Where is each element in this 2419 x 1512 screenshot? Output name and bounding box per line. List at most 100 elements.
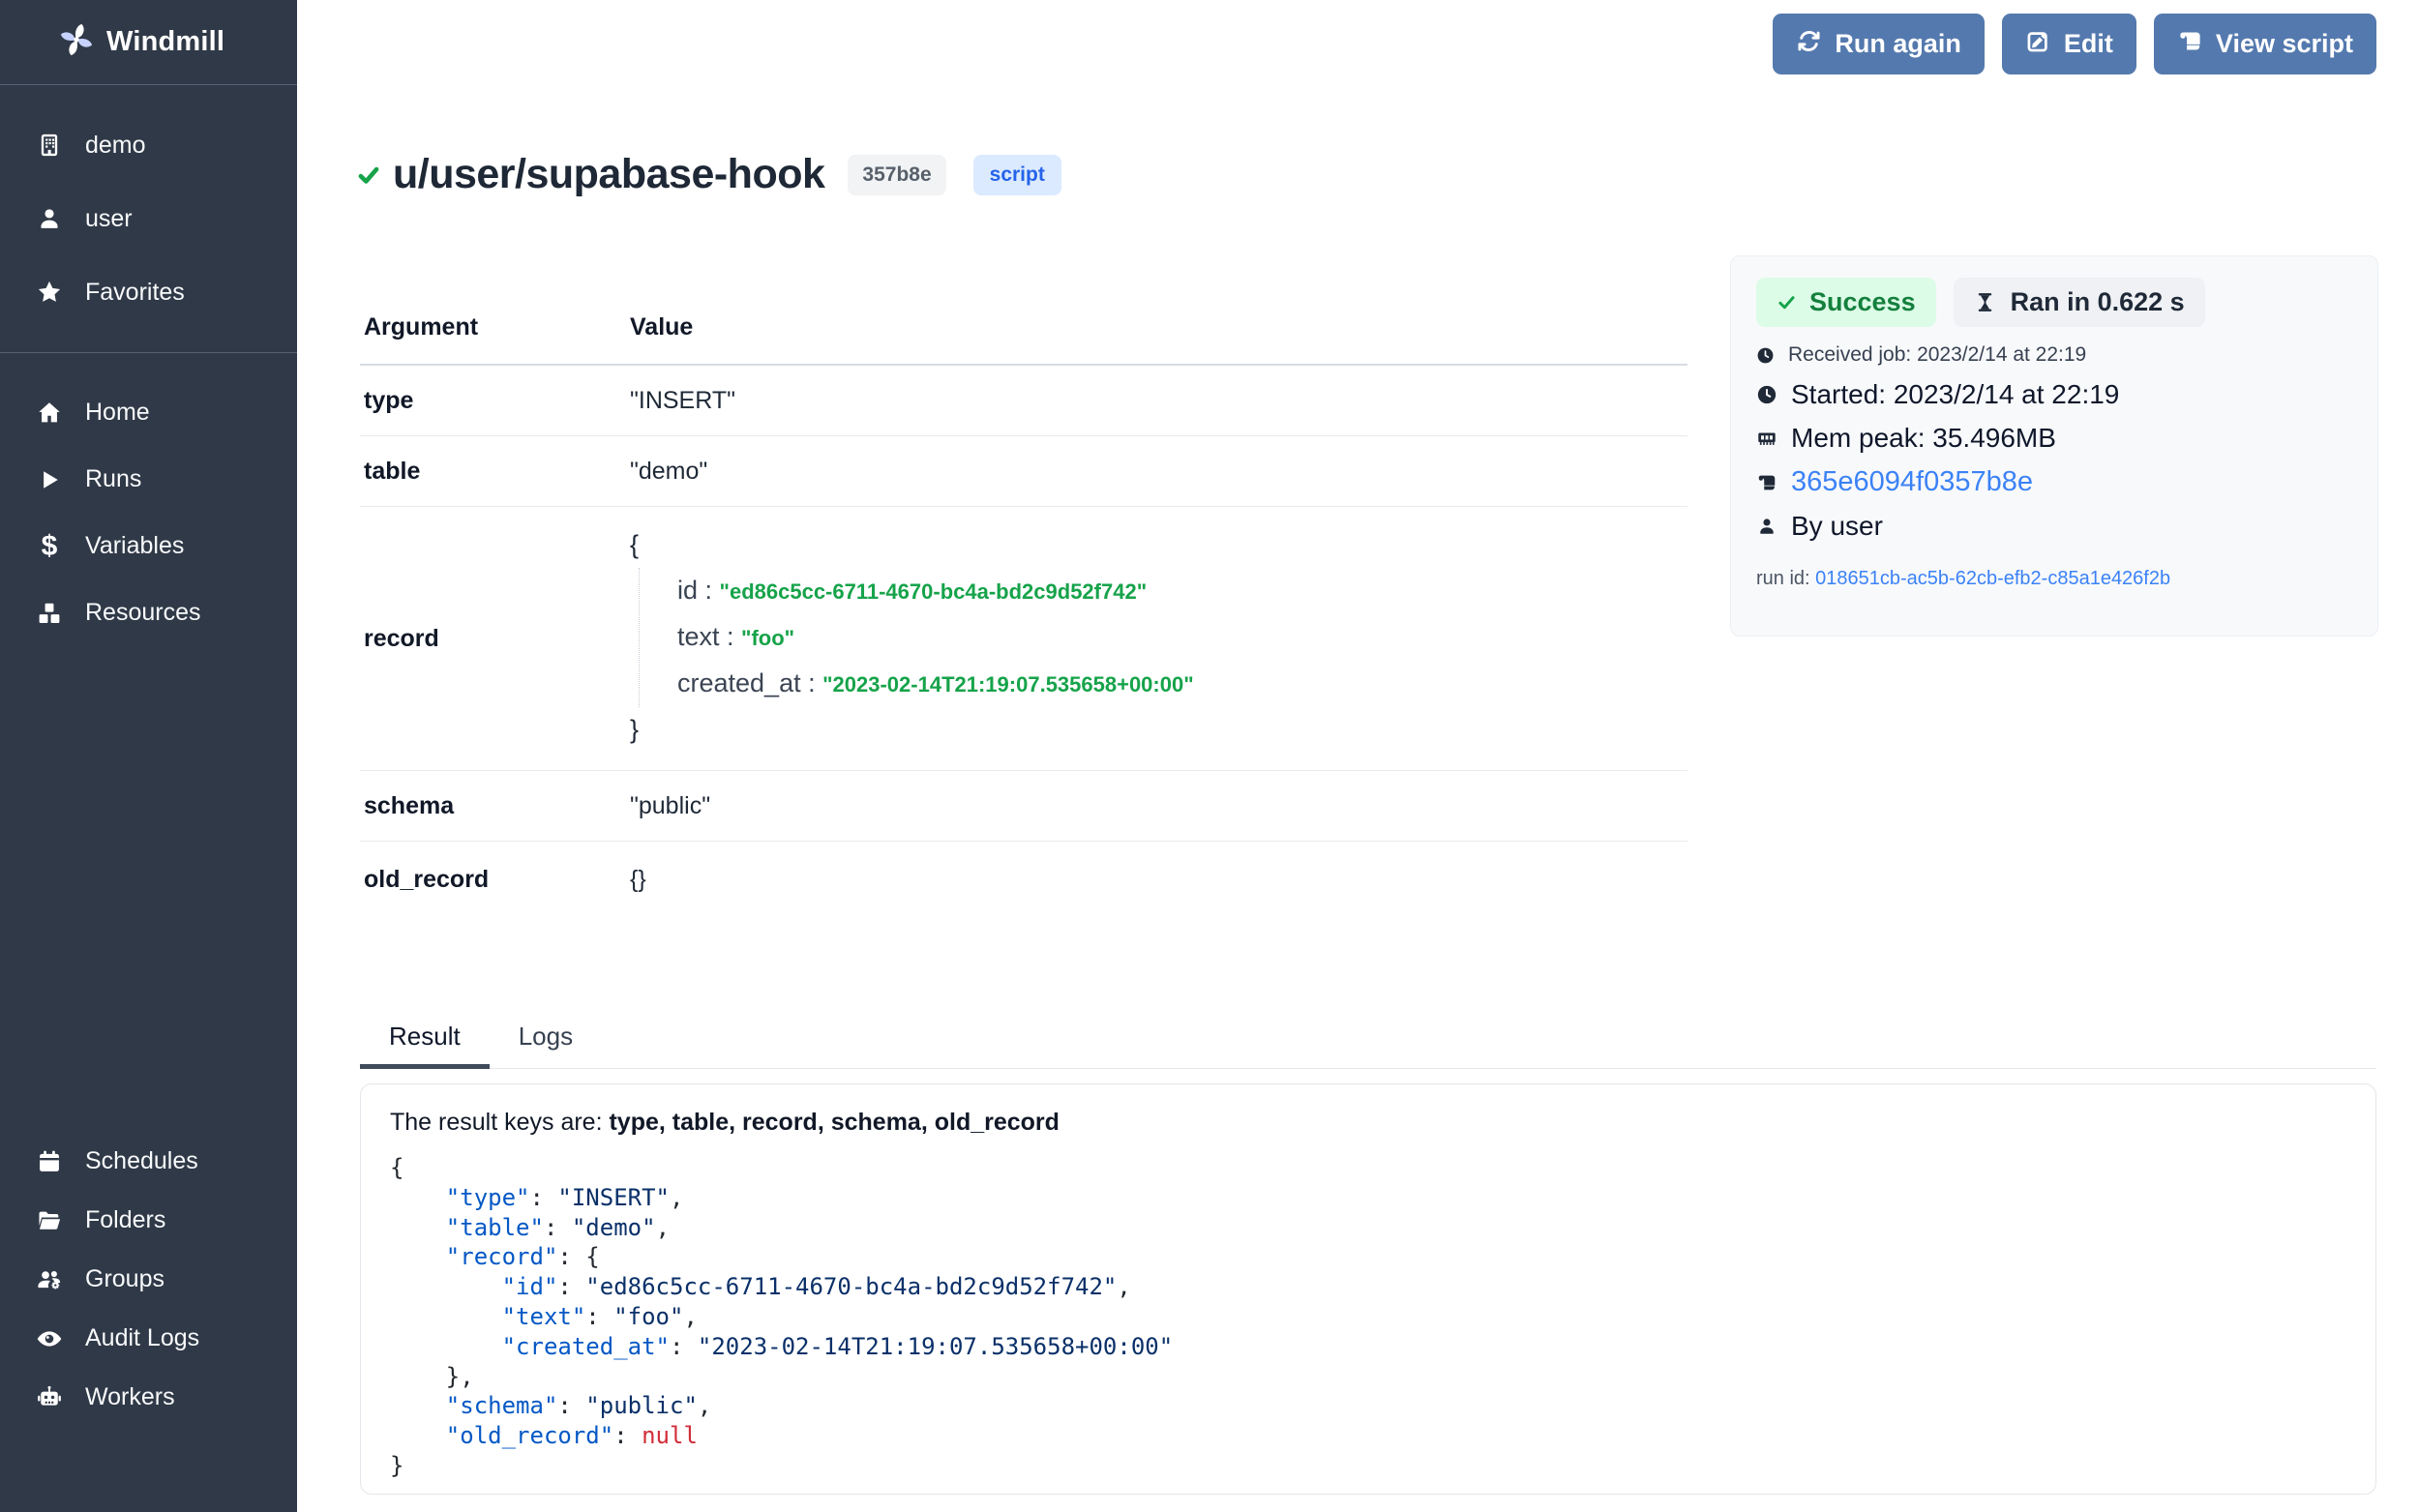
sidebar-item-label: Home — [85, 399, 150, 427]
tab-logs[interactable]: Logs — [490, 1022, 602, 1069]
sidebar-admin-group: Schedules Folders Groups Audit Logs Work… — [0, 1132, 297, 1427]
clock-icon — [1756, 384, 1777, 405]
run-id-link[interactable]: 018651cb-ac5b-62cb-efb2-c85a1e426f2b — [1815, 568, 2170, 589]
pen-square-icon — [2025, 28, 2051, 61]
sidebar-item-label: Workers — [85, 1383, 175, 1411]
scroll-icon — [2177, 28, 2203, 61]
arguments-table: Argument Value type "INSERT" table "demo… — [360, 290, 1687, 917]
arguments-table-header: Argument Value — [360, 290, 1687, 366]
star-icon — [35, 278, 64, 307]
tab-result[interactable]: Result — [360, 1022, 490, 1069]
mem-peak-row: Mem peak: 35.496MB — [1756, 423, 2352, 454]
play-icon — [35, 465, 64, 494]
sidebar-item-resources[interactable]: Resources — [0, 579, 297, 646]
user-icon — [35, 204, 64, 233]
run-again-label: Run again — [1835, 29, 1961, 59]
hash-badge: 357b8e — [848, 155, 945, 195]
started-text: Started: 2023/2/14 at 22:19 — [1791, 379, 2119, 410]
sidebar-item-folders[interactable]: Folders — [0, 1191, 297, 1250]
sidebar-nav-group: Home Runs $ Variables Resources — [0, 379, 297, 646]
refresh-icon — [1796, 28, 1822, 61]
status-label: Success — [1809, 287, 1916, 317]
record-entries: id"ed86c5cc-6711-4670-bc4a-bd2c9d52f742"… — [639, 568, 1687, 707]
building-icon — [35, 131, 64, 160]
result-json-code: { "type": "INSERT", "table": "demo", "re… — [390, 1153, 2346, 1481]
record-key: text — [677, 622, 741, 651]
view-script-label: View script — [2216, 29, 2353, 59]
result-keys-line: The result keys are: type, table, record… — [390, 1106, 2346, 1139]
column-argument: Argument — [364, 313, 630, 341]
folder-icon — [35, 1206, 64, 1235]
sidebar-item-favorites[interactable]: Favorites — [0, 255, 297, 329]
success-check-icon — [356, 163, 381, 188]
hourglass-icon — [1974, 291, 1996, 313]
record-value: "2023-02-14T21:19:07.535658+00:00" — [822, 672, 1194, 697]
result-keys-list: type, table, record, schema, old_record — [609, 1109, 1059, 1136]
argument-name: schema — [364, 792, 630, 820]
sidebar-item-label: Folders — [85, 1206, 165, 1234]
mem-peak-text: Mem peak: 35.496MB — [1791, 423, 2056, 454]
by-user-text: By user — [1791, 511, 1883, 542]
result-panel: The result keys are: type, table, record… — [360, 1083, 2376, 1495]
table-row: record { id"ed86c5cc-6711-4670-bc4a-bd2c… — [360, 507, 1687, 771]
record-key: id — [677, 576, 720, 605]
table-row: type "INSERT" — [360, 366, 1687, 436]
argument-name: old_record — [364, 866, 630, 894]
record-value: "foo" — [741, 626, 794, 650]
sidebar-item-home[interactable]: Home — [0, 379, 297, 446]
sidebar-item-label: demo — [85, 132, 146, 160]
script-type-badge: script — [973, 155, 1061, 195]
sidebar-workspace-group: demo user Favorites — [0, 108, 297, 329]
argument-name: type — [364, 387, 630, 415]
status-badge: Success — [1756, 278, 1936, 327]
script-hash-link[interactable]: 365e6094f0357b8e — [1791, 466, 2033, 498]
windmill-logo-icon — [58, 21, 95, 63]
sidebar-item-demo[interactable]: demo — [0, 108, 297, 182]
clock-icon — [1756, 346, 1775, 365]
toolbar: Run again Edit View script — [1773, 14, 2376, 74]
person-icon — [1756, 516, 1777, 537]
result-tabs: Result Logs — [360, 1022, 2376, 1069]
sidebar-item-label: Variables — [85, 532, 184, 560]
record-object-viewer: { id"ed86c5cc-6711-4670-bc4a-bd2c9d52f74… — [630, 507, 1687, 770]
memory-icon — [1756, 428, 1777, 449]
record-entry: id"ed86c5cc-6711-4670-bc4a-bd2c9d52f742" — [677, 568, 1687, 614]
argument-value: "demo" — [630, 458, 1687, 486]
view-script-button[interactable]: View script — [2154, 14, 2376, 74]
app-logo[interactable]: Windmill — [0, 0, 297, 85]
sidebar-item-workers[interactable]: Workers — [0, 1368, 297, 1427]
sidebar-item-variables[interactable]: $ Variables — [0, 513, 297, 579]
sidebar-item-groups[interactable]: Groups — [0, 1250, 297, 1309]
calendar-icon — [35, 1147, 64, 1176]
sidebar-item-audit-logs[interactable]: Audit Logs — [0, 1309, 297, 1368]
eye-icon — [35, 1324, 64, 1353]
users-gear-icon — [35, 1265, 64, 1294]
duration-badge: Ran in 0.622 s — [1954, 278, 2205, 327]
run-id-label: run id: — [1756, 568, 1810, 589]
argument-value: "public" — [630, 792, 1687, 820]
sidebar-item-runs[interactable]: Runs — [0, 446, 297, 513]
sidebar-item-label: Audit Logs — [85, 1324, 199, 1352]
page-header: u/user/supabase-hook 357b8e script — [356, 151, 1061, 198]
app-name: Windmill — [106, 26, 224, 58]
received-job-text: Received job: 2023/2/14 at 22:19 — [1788, 343, 2086, 367]
close-brace: } — [630, 707, 1687, 753]
sidebar-item-schedules[interactable]: Schedules — [0, 1132, 297, 1191]
check-icon — [1777, 292, 1797, 312]
status-row: Success Ran in 0.622 s — [1756, 278, 2352, 327]
record-key: created_at — [677, 668, 822, 697]
duration-label: Ran in 0.622 s — [2011, 287, 2185, 317]
edit-button[interactable]: Edit — [2002, 14, 2136, 74]
page-title: u/user/supabase-hook — [393, 151, 824, 198]
table-row: old_record {} — [360, 842, 1687, 917]
sidebar-item-label: user — [85, 205, 133, 233]
run-again-button[interactable]: Run again — [1773, 14, 1985, 74]
dollar-icon: $ — [35, 532, 64, 561]
sidebar-item-label: Resources — [85, 599, 201, 627]
sidebar-item-label: Runs — [85, 465, 141, 493]
run-details-panel: Success Ran in 0.622 s Received job: 202… — [1730, 255, 2378, 637]
table-row: table "demo" — [360, 436, 1687, 507]
argument-value: "INSERT" — [630, 387, 1687, 415]
sidebar-item-label: Groups — [85, 1265, 164, 1293]
sidebar-item-user[interactable]: user — [0, 182, 297, 255]
